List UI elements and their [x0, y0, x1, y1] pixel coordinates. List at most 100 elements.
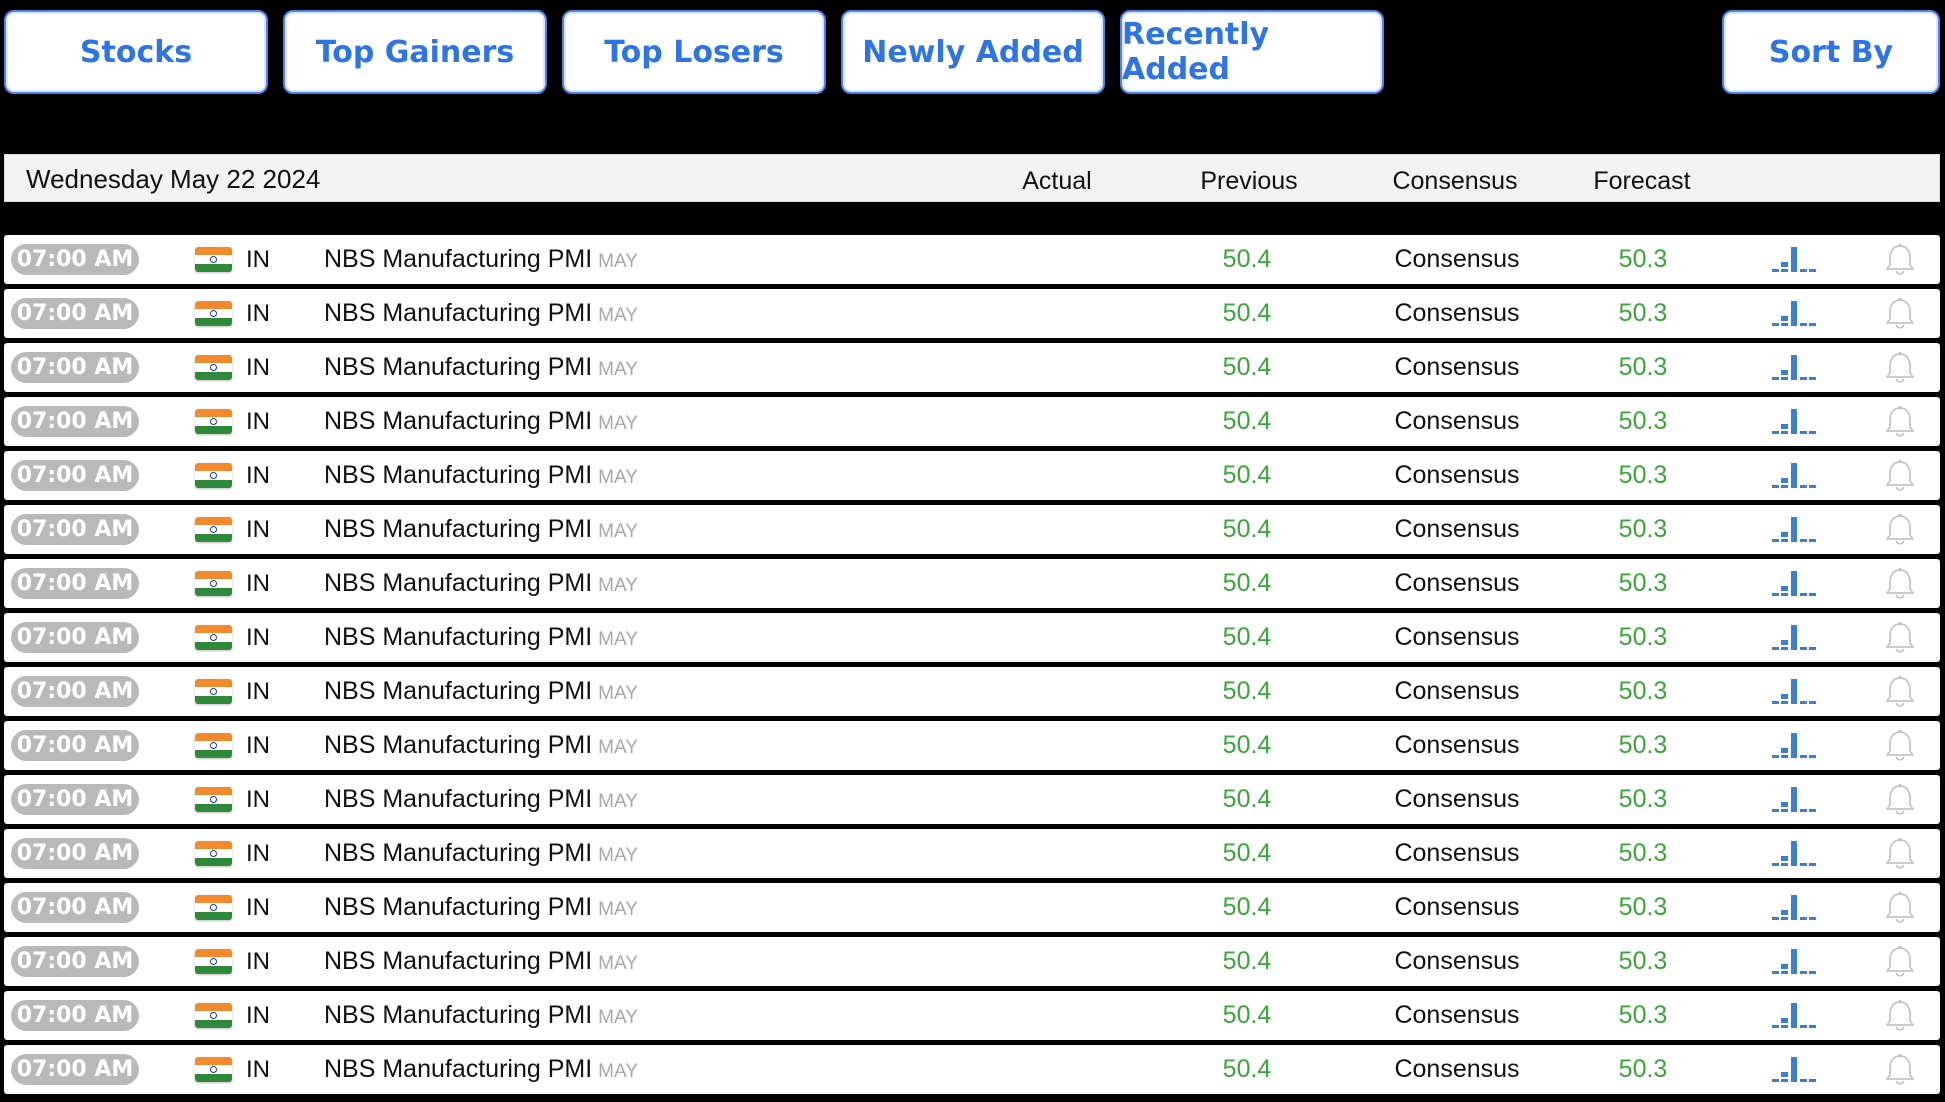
country-code: IN	[246, 1056, 270, 1083]
event-title: NBS Manufacturing PMI	[324, 731, 593, 759]
event-name[interactable]: NBS Manufacturing PMI MAY	[324, 397, 638, 446]
bell-icon[interactable]	[1884, 891, 1916, 925]
tab-stocks[interactable]: Stocks	[4, 10, 268, 94]
event-name[interactable]: NBS Manufacturing PMI MAY	[324, 721, 638, 770]
india-flag-icon	[195, 571, 232, 596]
bar-chart-icon[interactable]	[1772, 731, 1816, 759]
event-name[interactable]: NBS Manufacturing PMI MAY	[324, 451, 638, 500]
bar-chart-icon[interactable]	[1772, 893, 1816, 921]
bar-chart-icon[interactable]	[1772, 407, 1816, 435]
previous-value-text: 50.4	[1222, 677, 1272, 705]
india-flag-icon	[195, 895, 232, 920]
bell-icon[interactable]	[1884, 837, 1916, 871]
event-name[interactable]: NBS Manufacturing PMI MAY	[324, 991, 638, 1040]
table-row[interactable]: 07:00 AM IN NBS Manufacturing PMI MAY 50.…	[4, 505, 1940, 554]
bell-icon[interactable]	[1884, 297, 1916, 331]
previous-value-text: 50.4	[1222, 353, 1272, 381]
bar-chart-icon[interactable]	[1772, 515, 1816, 543]
bell-icon[interactable]	[1884, 567, 1916, 601]
time-badge: 07:00 AM	[11, 298, 139, 329]
bar-chart-icon[interactable]	[1772, 461, 1816, 489]
table-row[interactable]: 07:00 AM IN NBS Manufacturing PMI MAY 50.…	[4, 235, 1940, 284]
bell-icon[interactable]	[1884, 675, 1916, 709]
event-name[interactable]: NBS Manufacturing PMI MAY	[324, 289, 638, 338]
bell-icon[interactable]	[1884, 945, 1916, 979]
bar-chart-icon[interactable]	[1772, 839, 1816, 867]
table-row[interactable]: 07:00 AM IN NBS Manufacturing PMI MAY 50.…	[4, 343, 1940, 392]
india-flag-icon	[195, 679, 232, 704]
table-row[interactable]: 07:00 AM IN NBS Manufacturing PMI MAY 50.…	[4, 559, 1940, 608]
india-flag-icon	[195, 841, 232, 866]
consensus-value-text: Consensus	[1394, 731, 1520, 759]
event-name[interactable]: NBS Manufacturing PMI MAY	[324, 775, 638, 824]
event-title: NBS Manufacturing PMI	[324, 299, 593, 327]
table-row[interactable]: 07:00 AM IN NBS Manufacturing PMI MAY 50.…	[4, 829, 1940, 878]
bell-icon[interactable]	[1884, 783, 1916, 817]
table-row[interactable]: 07:00 AM IN NBS Manufacturing PMI MAY 50.…	[4, 451, 1940, 500]
event-name[interactable]: NBS Manufacturing PMI MAY	[324, 829, 638, 878]
country-code: IN	[246, 840, 270, 867]
india-flag-icon	[195, 625, 232, 650]
event-title: NBS Manufacturing PMI	[324, 461, 593, 489]
india-flag-icon	[195, 247, 232, 272]
event-period: MAY	[598, 737, 638, 758]
bell-icon[interactable]	[1884, 351, 1916, 385]
bar-chart-icon[interactable]	[1772, 947, 1816, 975]
column-previous: Previous	[1200, 167, 1298, 195]
previous-value-text: 50.4	[1222, 407, 1272, 435]
time-badge: 07:00 AM	[11, 946, 139, 977]
table-row[interactable]: 07:00 AM IN NBS Manufacturing PMI MAY 50.…	[4, 397, 1940, 446]
bar-chart-icon[interactable]	[1772, 299, 1816, 327]
table-row[interactable]: 07:00 AM IN NBS Manufacturing PMI MAY 50.…	[4, 1045, 1940, 1094]
bar-chart-icon[interactable]	[1772, 569, 1816, 597]
table-row[interactable]: 07:00 AM IN NBS Manufacturing PMI MAY 50.…	[4, 721, 1940, 770]
time-badge: 07:00 AM	[11, 244, 139, 275]
event-name[interactable]: NBS Manufacturing PMI MAY	[324, 559, 638, 608]
table-row[interactable]: 07:00 AM IN NBS Manufacturing PMI MAY 50.…	[4, 289, 1940, 338]
sort-by-button[interactable]: Sort By	[1722, 10, 1940, 94]
table-row[interactable]: 07:00 AM IN NBS Manufacturing PMI MAY 50.…	[4, 613, 1940, 662]
country-code: IN	[246, 408, 270, 435]
tab-newly-added[interactable]: Newly Added	[841, 10, 1105, 94]
bell-icon[interactable]	[1884, 729, 1916, 763]
forecast-value-text: 50.3	[1618, 515, 1668, 543]
bar-chart-icon[interactable]	[1772, 623, 1816, 651]
event-name[interactable]: NBS Manufacturing PMI MAY	[324, 1045, 638, 1094]
event-name[interactable]: NBS Manufacturing PMI MAY	[324, 667, 638, 716]
table-row[interactable]: 07:00 AM IN NBS Manufacturing PMI MAY 50.…	[4, 991, 1940, 1040]
event-name[interactable]: NBS Manufacturing PMI MAY	[324, 343, 638, 392]
bell-icon[interactable]	[1884, 1053, 1916, 1087]
bell-icon[interactable]	[1884, 621, 1916, 655]
event-title: NBS Manufacturing PMI	[324, 353, 593, 381]
tab-top-gainers[interactable]: Top Gainers	[283, 10, 547, 94]
event-period: MAY	[598, 251, 638, 272]
event-name[interactable]: NBS Manufacturing PMI MAY	[324, 505, 638, 554]
table-row[interactable]: 07:00 AM IN NBS Manufacturing PMI MAY 50.…	[4, 883, 1940, 932]
bar-chart-icon[interactable]	[1772, 1055, 1816, 1083]
bell-icon[interactable]	[1884, 513, 1916, 547]
event-name[interactable]: NBS Manufacturing PMI MAY	[324, 937, 638, 986]
bell-icon[interactable]	[1884, 405, 1916, 439]
country-code: IN	[246, 354, 270, 381]
bar-chart-icon[interactable]	[1772, 245, 1816, 273]
bell-icon[interactable]	[1884, 243, 1916, 277]
event-period: MAY	[598, 683, 638, 704]
event-name[interactable]: NBS Manufacturing PMI MAY	[324, 235, 638, 284]
table-row[interactable]: 07:00 AM IN NBS Manufacturing PMI MAY 50.…	[4, 667, 1940, 716]
previous-value-text: 50.4	[1222, 515, 1272, 543]
bar-chart-icon[interactable]	[1772, 785, 1816, 813]
bar-chart-icon[interactable]	[1772, 677, 1816, 705]
consensus-value-text: Consensus	[1394, 893, 1520, 921]
event-name[interactable]: NBS Manufacturing PMI MAY	[324, 613, 638, 662]
bell-icon[interactable]	[1884, 999, 1916, 1033]
bar-chart-icon[interactable]	[1772, 353, 1816, 381]
table-row[interactable]: 07:00 AM IN NBS Manufacturing PMI MAY 50.…	[4, 775, 1940, 824]
table-row[interactable]: 07:00 AM IN NBS Manufacturing PMI MAY 50.…	[4, 937, 1940, 986]
forecast-value-text: 50.3	[1618, 677, 1668, 705]
bar-chart-icon[interactable]	[1772, 1001, 1816, 1029]
tab-top-losers[interactable]: Top Losers	[562, 10, 826, 94]
bell-icon[interactable]	[1884, 459, 1916, 493]
tab-recently-added[interactable]: Recently Added	[1120, 10, 1384, 94]
previous-value-text: 50.4	[1222, 299, 1272, 327]
event-name[interactable]: NBS Manufacturing PMI MAY	[324, 883, 638, 932]
